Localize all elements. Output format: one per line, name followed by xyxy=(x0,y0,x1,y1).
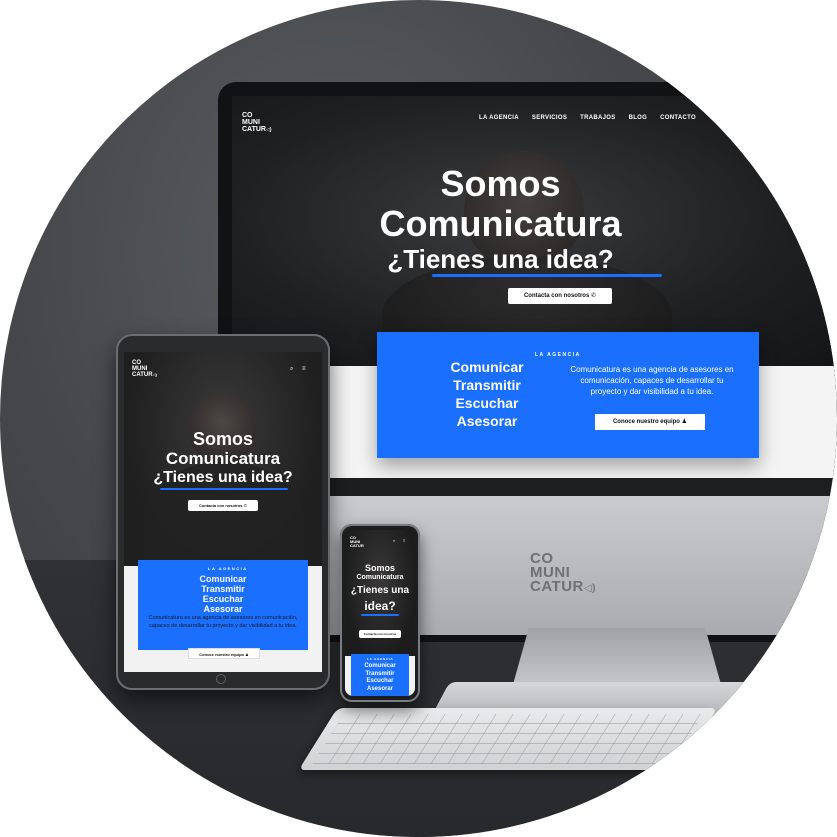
nav-item-trabajos[interactable]: TRABAJOS xyxy=(580,115,615,121)
tablet-screen: CO MUNI CATUR◁) ⌕ ≡ Somos Comunicatura ¿… xyxy=(124,352,322,672)
nav-item-contacto[interactable]: CONTACTO xyxy=(660,115,696,121)
megaphone-icon: ◁) xyxy=(152,372,157,377)
monitor-stand xyxy=(512,628,722,688)
keyboard xyxy=(298,708,718,770)
nav-item-blog[interactable]: BLOG xyxy=(629,115,648,121)
menu-icon[interactable]: ≡ xyxy=(302,366,306,372)
phone-contact-button[interactable]: Contacta con nosotros xyxy=(359,630,401,638)
phone-agency-verbs: Comunicar Transmitir Escuchar Asesorar xyxy=(351,663,409,693)
tablet-hero-line3: ¿Tienes una idea? xyxy=(153,469,293,486)
agency-label: LA AGENCIA xyxy=(535,352,581,358)
circular-frame: CO MUNI CATUR◁) CO MUNI CATUR◁) LA AGENC… xyxy=(0,0,837,837)
megaphone-icon: ◁) xyxy=(583,583,596,594)
tablet-hero-line1: Somos xyxy=(192,429,253,449)
megaphone-icon: ◁) xyxy=(265,127,272,133)
contact-button[interactable]: Contacta con nosotros ✆ xyxy=(508,288,612,304)
tablet-contact-button[interactable]: Contacta con nosotros ✆ xyxy=(188,500,258,511)
keyboard-keys xyxy=(312,714,704,764)
phone-agency-card: LA AGENCIA Comunicar Transmitir Escuchar… xyxy=(351,654,409,696)
verb-comunicar: Comunicar xyxy=(199,574,247,584)
search-icon[interactable]: ⌕ xyxy=(290,366,293,373)
hero-underline xyxy=(432,274,662,277)
phone-agency-label: LA AGENCIA xyxy=(367,657,394,661)
user-icon: ♟ xyxy=(245,652,249,657)
verb-transmitir: Transmitir xyxy=(453,377,521,393)
search-icon[interactable]: ⌕ xyxy=(393,538,395,543)
menu-icon[interactable]: ≡ xyxy=(403,538,405,543)
whatsapp-icon: ✆ xyxy=(243,503,248,508)
whatsapp-icon: ✆ xyxy=(590,293,597,299)
mockup-stage: CO MUNI CATUR◁) CO MUNI CATUR◁) LA AGENC… xyxy=(0,0,837,837)
tablet-hero-line2: Comunicatura xyxy=(165,449,281,468)
phone-screen: CO MUNI CATUR ⌕ ≡ Somos Comunicatura ¿Ti… xyxy=(345,530,415,696)
nav-item-agencia[interactable]: LA AGENCIA xyxy=(479,115,519,121)
verb-comunicar: Comunicar xyxy=(450,359,524,375)
hero-title-line1: Somos xyxy=(440,163,561,204)
verb-asesorar: Asesorar xyxy=(366,685,393,692)
agency-verbs: Comunicar Transmitir Escuchar Asesorar xyxy=(417,358,557,430)
agency-card: Comunicar Transmitir Escuchar Asesorar L… xyxy=(377,332,759,458)
phone-hero-underline xyxy=(361,614,399,616)
tablet-agency-verbs: Comunicar Transmitir Escuchar Asesorar xyxy=(138,574,308,614)
tablet-team-button[interactable]: Conoce nuestro equipo ♟ xyxy=(188,648,260,659)
verb-transmitir: Transmitir xyxy=(365,670,395,677)
verb-escuchar: Escuchar xyxy=(455,395,519,411)
tablet-agency-description: Comunicatura es una agencia de asesores … xyxy=(148,615,298,629)
tablet-agency-card: LA AGENCIA Comunicar Transmitir Escuchar… xyxy=(138,560,308,650)
phone-hero-line2: Comunicatura xyxy=(356,574,404,581)
verb-comunicar: Comunicar xyxy=(364,663,396,669)
agency-description: Comunicatura es una agencia de asesores … xyxy=(570,365,734,396)
tablet-site-logo[interactable]: CO MUNI CATUR◁) xyxy=(132,360,157,378)
verb-asesorar: Asesorar xyxy=(456,413,518,429)
site-logo[interactable]: CO MUNI CATUR◁) xyxy=(242,112,272,133)
hero-title-line2: Comunicatura xyxy=(379,203,622,244)
team-button[interactable]: Conoce nuestro equipo ♟ xyxy=(595,414,705,430)
verb-asesorar: Asesorar xyxy=(203,604,243,614)
user-icon: ♟ xyxy=(681,419,688,425)
verb-transmitir: Transmitir xyxy=(201,584,245,594)
phone-hero-line4: idea? xyxy=(364,599,396,613)
tablet-home-button[interactable] xyxy=(216,674,226,684)
hero-title-line3: ¿Tienes una idea? xyxy=(387,244,614,274)
phone-hero-line1: Somos xyxy=(364,563,395,573)
tablet-hero-underline xyxy=(160,488,288,490)
verb-escuchar: Escuchar xyxy=(202,594,244,604)
nav-item-servicios[interactable]: SERVICIOS xyxy=(532,115,567,121)
phone-site-logo[interactable]: CO MUNI CATUR xyxy=(350,536,364,548)
desktop-nav: LA AGENCIA SERVICIOS TRABAJOS BLOG CONTA… xyxy=(479,115,696,121)
verb-escuchar: Escuchar xyxy=(366,678,394,684)
tablet-agency-label: LA AGENCIA xyxy=(208,566,248,571)
monitor-chin-logo: CO MUNI CATUR◁) xyxy=(530,550,596,595)
phone-hero-line3: ¿Tienes una xyxy=(350,585,410,596)
